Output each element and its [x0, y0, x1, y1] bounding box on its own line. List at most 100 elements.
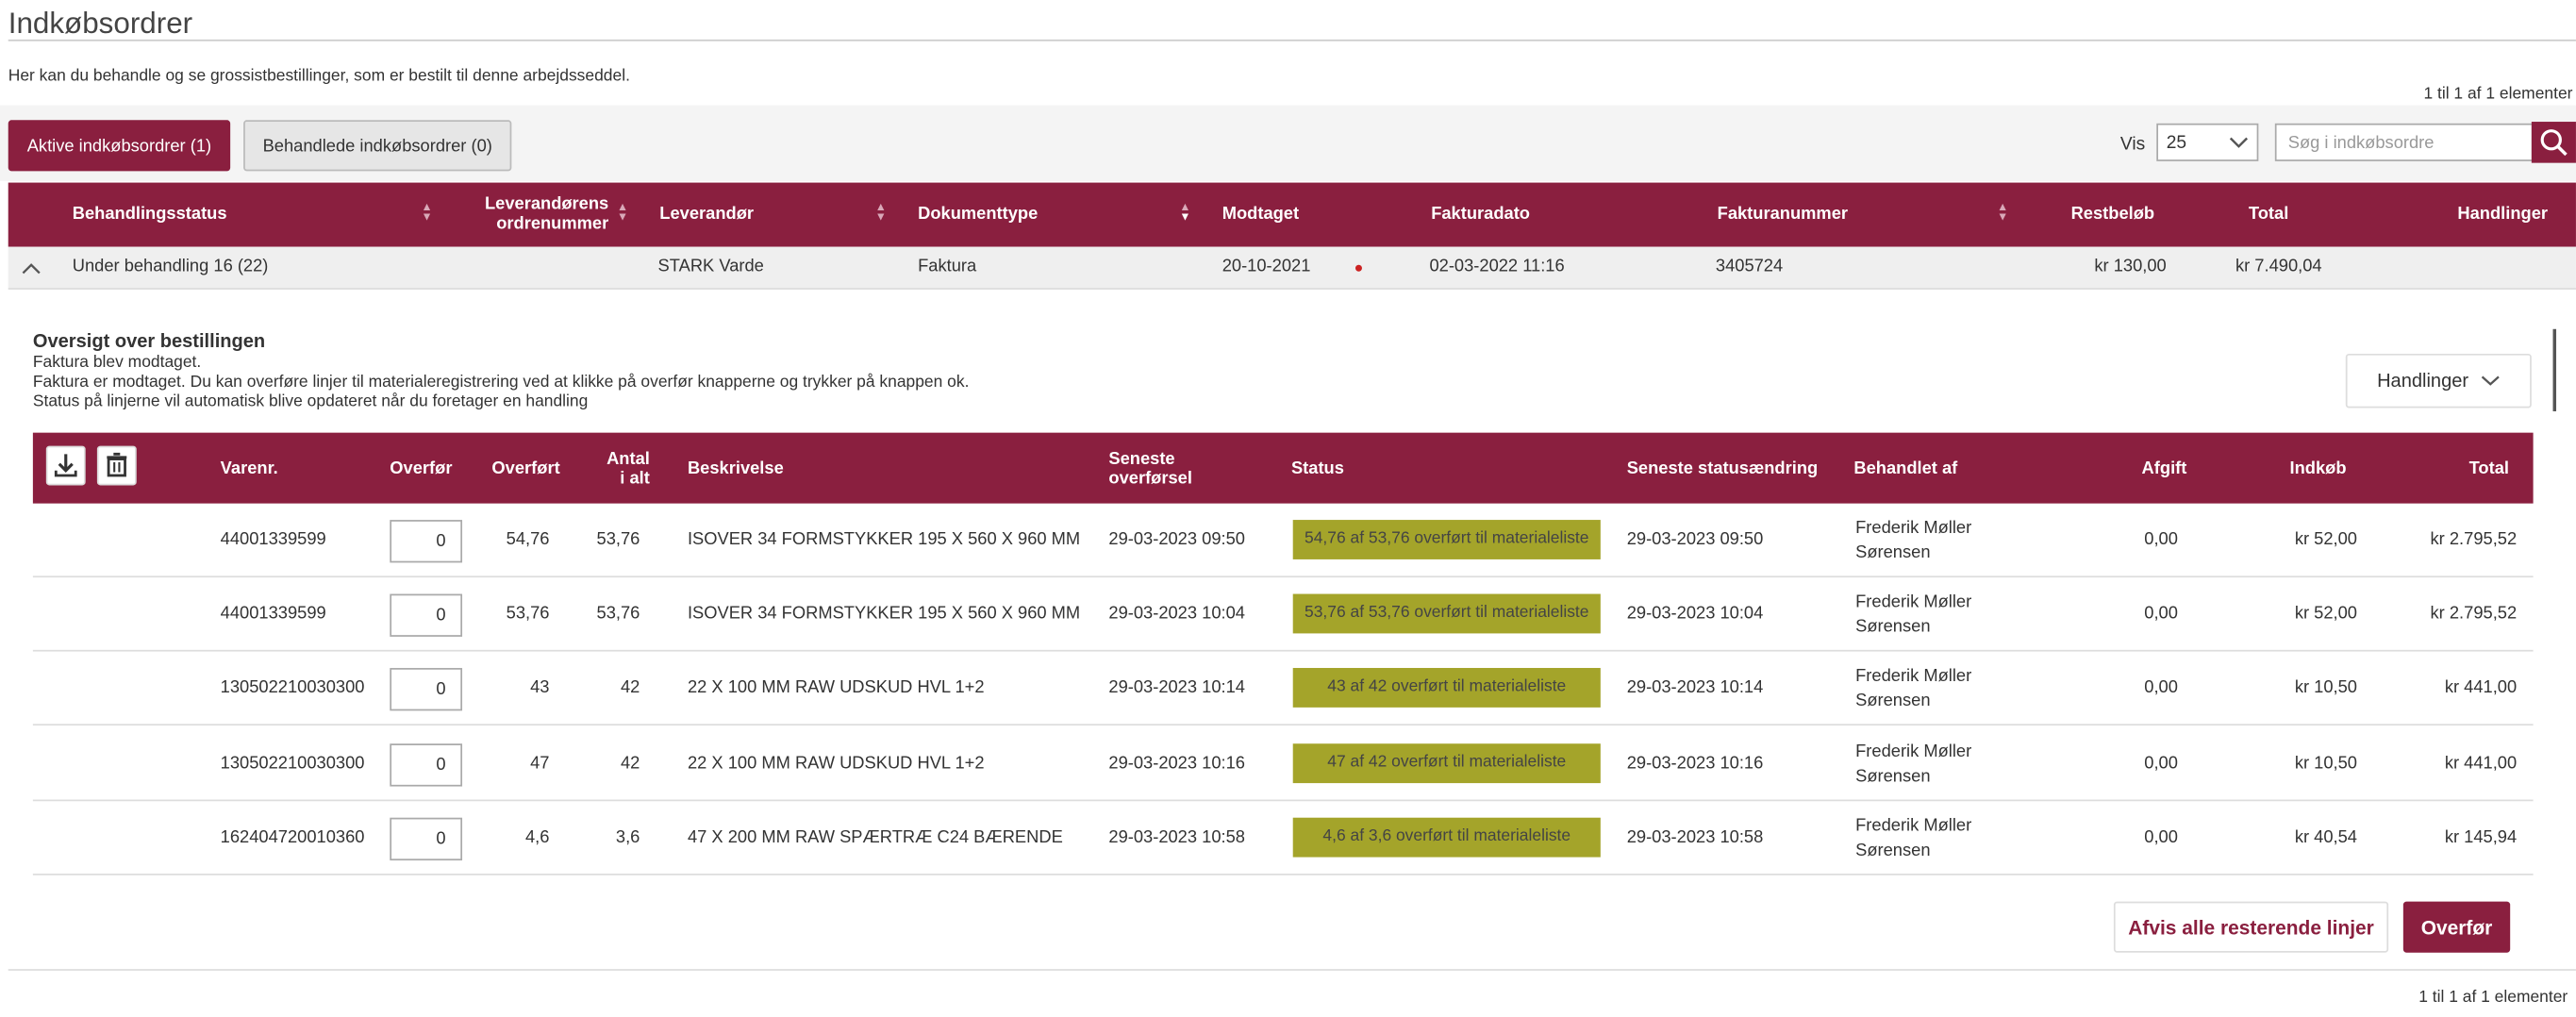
- fee: 0,00: [2144, 677, 2178, 698]
- sort-icon[interactable]: ▲ ▼: [875, 202, 887, 224]
- transfer-quantity-input[interactable]: [390, 593, 463, 637]
- order-summary-row[interactable]: Under behandling 16 (22) STARK Varde Fak…: [8, 246, 2576, 290]
- header-purchase[interactable]: Indkøb: [2290, 459, 2347, 479]
- transfer-quantity-input[interactable]: [390, 743, 463, 787]
- header-supplier[interactable]: Leverandør: [659, 204, 754, 224]
- header-total[interactable]: Total: [2249, 204, 2288, 224]
- header-handled-by[interactable]: Behandlet af: [1853, 459, 1957, 479]
- item-number: 44001339599: [220, 604, 326, 624]
- total-qty: 53,76: [596, 529, 640, 550]
- header-total-qty[interactable]: Antal i alt: [582, 449, 650, 489]
- purchase-price: kr 40,54: [2294, 827, 2358, 848]
- header-line-total[interactable]: Total: [2469, 459, 2509, 479]
- header-fee[interactable]: Afgift: [2142, 459, 2187, 479]
- download-icon: [54, 454, 77, 477]
- header-invoice-number[interactable]: Fakturanummer: [1718, 204, 1848, 224]
- fee: 0,00: [2144, 604, 2178, 624]
- page-size-value: 25: [2166, 133, 2187, 154]
- overview-line: Faktura blev modtaget.: [32, 353, 202, 373]
- line-total: kr 441,00: [2444, 753, 2518, 774]
- purchase-price: kr 10,50: [2294, 677, 2358, 698]
- transfer-quantity-input[interactable]: [390, 817, 463, 861]
- tab-active-orders[interactable]: Aktive indkøbsordrer (1): [8, 120, 231, 172]
- search-input[interactable]: [2274, 123, 2534, 161]
- table-row[interactable]: 44001339599 54,76 53,76 ISOVER 34 FORMSTYKK…: [32, 504, 2534, 578]
- transfer-button[interactable]: Overfør: [2402, 901, 2511, 953]
- header-status[interactable]: Status: [1291, 459, 1344, 479]
- table-row[interactable]: 130502210030300 43 42 22 X 100 MM RAW UDSKU…: [32, 652, 2534, 726]
- item-number: 162404720010360: [220, 827, 365, 848]
- header-item-no[interactable]: Varenr.: [221, 459, 278, 479]
- total-qty: 53,76: [596, 604, 640, 624]
- overview-line: Faktura er modtaget. Du kan overføre lin…: [32, 373, 970, 392]
- handled-by: Frederik Møller Sørensen: [1855, 592, 1972, 637]
- fee: 0,00: [2144, 529, 2178, 550]
- header-last-status-change[interactable]: Seneste statusændring: [1627, 459, 1819, 479]
- order-remaining: kr 130,00: [2094, 257, 2167, 276]
- pagination-count-top: 1 til 1 af 1 elementer: [2423, 85, 2573, 104]
- panel-scrollbar[interactable]: [2552, 328, 2557, 411]
- item-number: 130502210030300: [220, 677, 365, 698]
- last-status-change: 29-03-2023 10:04: [1626, 604, 1764, 624]
- header-doc-type[interactable]: Dokumenttype: [918, 204, 1038, 224]
- delete-button[interactable]: [96, 445, 137, 486]
- page-intro: Her kan du behandle og se grossistbestil…: [8, 67, 630, 86]
- header-actions: Handlinger: [2457, 204, 2549, 225]
- total-qty: 42: [620, 677, 640, 698]
- last-transfer: 29-03-2023 10:16: [1108, 753, 1245, 774]
- transferred-qty: 53,76: [506, 604, 550, 624]
- purchase-price: kr 52,00: [2294, 604, 2358, 624]
- last-transfer: 29-03-2023 10:58: [1108, 827, 1245, 848]
- handled-by: Frederik Møller Sørensen: [1855, 742, 1972, 787]
- search-button[interactable]: [2531, 122, 2576, 163]
- transfer-quantity-input[interactable]: [390, 668, 463, 711]
- table-row[interactable]: 162404720010360 4,6 3,6 47 X 200 MM RAW SPÆ…: [32, 801, 2534, 875]
- fee: 0,00: [2144, 827, 2178, 848]
- items-table-header: Varenr. Overfør Overført Antal i alt Bes…: [32, 432, 2534, 504]
- transferred-qty: 47: [530, 753, 550, 774]
- transfer-quantity-input[interactable]: [390, 520, 463, 563]
- actions-dropdown-button[interactable]: Handlinger: [2345, 353, 2532, 408]
- chevron-up-icon[interactable]: [22, 260, 42, 276]
- status-badge: 54,76 af 53,76 overført til materialelis…: [1292, 520, 1601, 559]
- page-title: Indkøbsordrer: [8, 6, 193, 40]
- title-divider: [8, 39, 2576, 42]
- header-transfer[interactable]: Overfør: [390, 459, 452, 479]
- order-invoice-date: 02-03-2022 11:16: [1429, 257, 1565, 276]
- download-button[interactable]: [45, 445, 86, 486]
- table-row[interactable]: 130502210030300 47 42 22 X 100 MM RAW UDSKU…: [32, 727, 2534, 802]
- last-status-change: 29-03-2023 10:58: [1626, 827, 1764, 848]
- status-badge: 4,6 af 3,6 overført til materialeliste: [1292, 817, 1601, 858]
- sort-icon[interactable]: ▲ ▼: [421, 202, 432, 224]
- header-transferred[interactable]: Overført: [491, 459, 559, 479]
- header-status[interactable]: Behandlingsstatus: [73, 204, 227, 224]
- reject-remaining-button[interactable]: Afvis alle resterende linjer: [2113, 901, 2389, 953]
- header-invoice-date[interactable]: Fakturadato: [1431, 204, 1530, 224]
- header-remaining[interactable]: Restbeløb: [2071, 204, 2155, 224]
- table-row[interactable]: 44001339599 53,76 53,76 ISOVER 34 FORMSTYKK…: [32, 577, 2534, 652]
- orders-table-header: Behandlingsstatus ▲ ▼ Leverandørens ordre…: [8, 182, 2576, 247]
- status-badge: 53,76 af 53,76 overført til materialelis…: [1292, 593, 1601, 634]
- chevron-down-icon: [2481, 376, 2500, 387]
- order-invoice-number: 3405724: [1715, 257, 1784, 276]
- header-description[interactable]: Beskrivelse: [688, 459, 784, 479]
- item-number: 130502210030300: [220, 753, 365, 774]
- last-status-change: 29-03-2023 10:16: [1626, 753, 1764, 774]
- sort-icon[interactable]: ▲ ▼: [617, 202, 628, 224]
- last-transfer: 29-03-2023 09:50: [1108, 529, 1245, 550]
- page-size-select[interactable]: 25: [2156, 123, 2259, 161]
- item-description: ISOVER 34 FORMSTYKKER 195 X 560 X 960 MM: [687, 529, 1081, 550]
- order-supplier: STARK Varde: [657, 257, 764, 276]
- sort-icon[interactable]: ▲ ▼: [1997, 202, 2008, 224]
- total-qty: 42: [620, 753, 640, 774]
- item-description: 22 X 100 MM RAW UDSKUD HVL 1+2: [687, 677, 985, 698]
- header-last-transfer[interactable]: Seneste overførsel: [1108, 449, 1192, 489]
- header-received[interactable]: Modtaget: [1222, 204, 1299, 224]
- tab-processed-orders[interactable]: Behandlede indkøbsordrer (0): [243, 120, 512, 172]
- sort-icon[interactable]: ▲ ▼: [1179, 202, 1190, 224]
- page-size-label: Vis: [2119, 134, 2146, 155]
- header-supplier-order[interactable]: Leverandørens ordrenummer: [444, 194, 608, 234]
- transferred-qty: 4,6: [524, 827, 550, 848]
- line-total: kr 2.795,52: [2430, 604, 2518, 624]
- handled-by: Frederik Møller Sørensen: [1855, 815, 1972, 861]
